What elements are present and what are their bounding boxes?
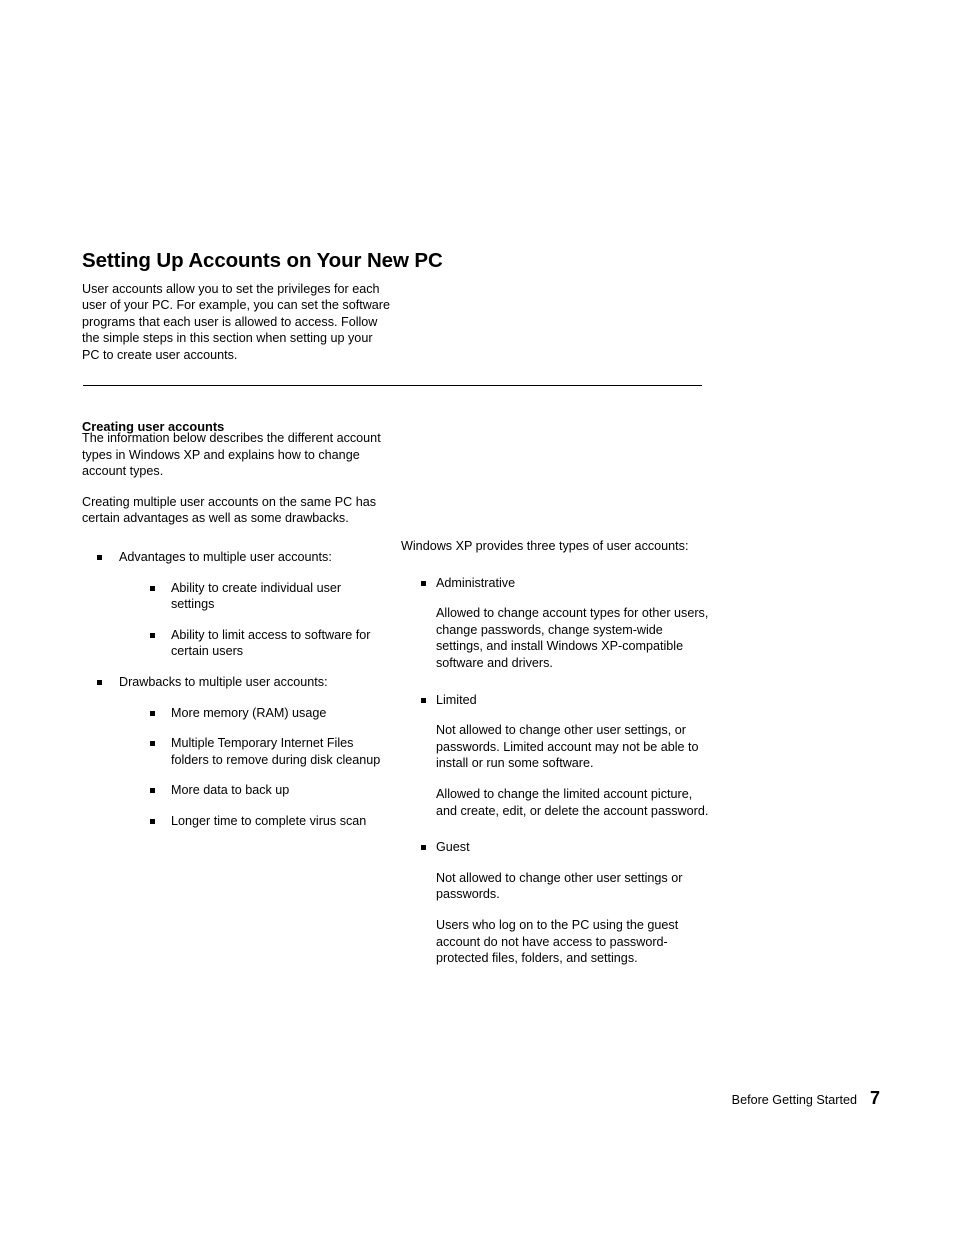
sub-item-label: Ability to create individual user settin… [171, 580, 342, 612]
account-type-name: Administrative [401, 575, 713, 592]
intro-paragraph: User accounts allow you to set the privi… [82, 281, 390, 362]
sub-item-label: Ability to limit access to software for … [171, 627, 371, 659]
list-item: Drawbacks to multiple user accounts: Mor… [82, 674, 387, 830]
bullet-group-label: Advantages to multiple user accounts: [119, 549, 332, 564]
account-type-detail: Not allowed to change other user setting… [436, 723, 699, 771]
page-title: Setting Up Accounts on Your New PC [82, 248, 443, 272]
sub-item-label: Longer time to complete virus scan [171, 813, 367, 828]
sub-item-label: More data to back up [171, 783, 290, 798]
left-column: The information below describes the diff… [82, 430, 387, 830]
footer-chapter-label: Before Getting Started [731, 1093, 857, 1107]
bullet-group-label: Drawbacks to multiple user accounts: [119, 674, 328, 689]
account-type-detail: Allowed to change account types for othe… [436, 606, 709, 670]
sub-item-label: More memory (RAM) usage [171, 705, 327, 720]
list-item: Longer time to complete virus scan [119, 813, 387, 830]
advantages-drawbacks-list: Advantages to multiple user accounts: Ab… [82, 549, 387, 830]
list-item: Multiple Temporary Internet Files folder… [119, 735, 387, 768]
list-item: Ability to create individual user settin… [119, 580, 387, 613]
subsection-paragraph-1: The information below describes the diff… [82, 431, 381, 479]
account-type-name: Guest [401, 839, 713, 856]
account-type-name: Limited [401, 692, 713, 709]
account-type-limited: Limited Not allowed to change other user… [401, 692, 713, 820]
drawbacks-sublist: More memory (RAM) usage Multiple Tempora… [119, 705, 387, 830]
subsection-paragraph-2: Creating multiple user accounts on the s… [82, 494, 377, 526]
account-type-detail: Users who log on to the PC using the gue… [436, 917, 679, 966]
list-item: Advantages to multiple user accounts: Ab… [82, 549, 387, 660]
horizontal-rule [83, 385, 702, 386]
document-page: Setting Up Accounts on Your New PC User … [0, 0, 954, 1235]
sub-item-label: Multiple Temporary Internet Files folder… [171, 736, 381, 767]
list-item: Ability to limit access to software for … [119, 627, 387, 660]
account-type-administrative: Administrative Allowed to change account… [401, 575, 713, 672]
right-column: Windows XP provides three types of user … [401, 538, 713, 967]
list-item: More memory (RAM) usage [119, 705, 387, 722]
advantages-sublist: Ability to create individual user settin… [119, 580, 387, 660]
account-type-detail: Allowed to change the limited account pi… [436, 786, 709, 818]
list-item: More data to back up [119, 782, 387, 799]
page-number: 7 [869, 1088, 880, 1108]
account-type-guest: Guest Not allowed to change other user s… [401, 839, 713, 967]
page-footer: Before Getting Started 7 [731, 1088, 880, 1108]
account-type-detail: Not allowed to change other user setting… [436, 870, 683, 902]
account-types-lead: Windows XP provides three types of user … [401, 539, 689, 553]
